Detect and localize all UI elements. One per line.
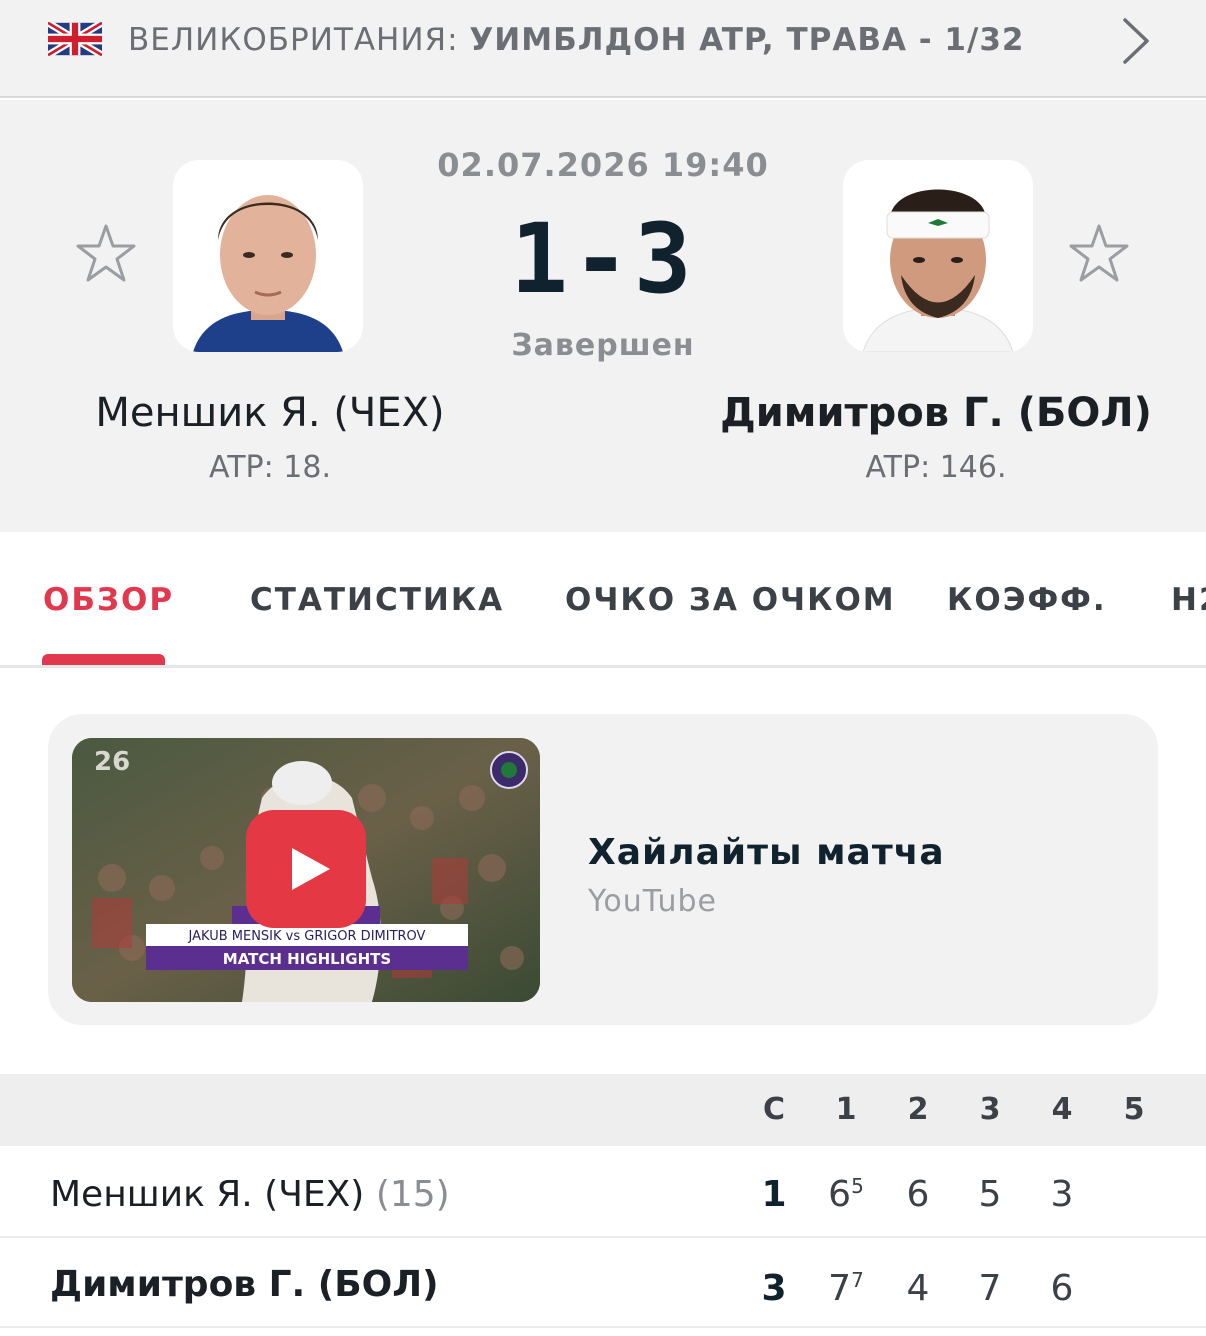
- match-tabs: ОБЗОР СТАТИСТИКА ОЧКО ЗА ОЧКОМ КОЭФФ. H2…: [0, 534, 1206, 668]
- player-name: Меншик Я. (ЧЕХ): [50, 1174, 365, 1215]
- set-2-games: 4: [906, 1268, 930, 1309]
- scoreboard-header: С 1 2 3 4 5: [0, 1074, 1206, 1146]
- tab-h2h[interactable]: H2H: [1171, 582, 1206, 618]
- thumb-player-names: JAKUB MENSIK vs GRIGOR DIMITROV: [188, 929, 426, 944]
- home-player-rank: ATP: 18.: [209, 450, 331, 485]
- set-4-games: 6: [1050, 1268, 1074, 1309]
- player-name: Димитров Г. (БОЛ): [50, 1264, 439, 1305]
- games: 6: [828, 1174, 852, 1215]
- home-player-name[interactable]: Меншик Я. (ЧЕХ): [40, 390, 500, 436]
- highlights-source: YouTube: [588, 884, 717, 919]
- thumb-match-highlights: MATCH HIGHLIGHTS: [223, 950, 391, 968]
- uk-flag-icon: [48, 22, 102, 56]
- breadcrumb-text: ВЕЛИКОБРИТАНИЯ: УИМБЛДОН ATP, ТРАВА - 1/…: [128, 20, 1024, 60]
- column-set-2: 2: [907, 1092, 929, 1127]
- set-1-games: 65: [826, 1174, 866, 1215]
- tab-odds[interactable]: КОЭФФ.: [947, 582, 1107, 618]
- breadcrumb-country: ВЕЛИКОБРИТАНИЯ:: [128, 22, 459, 58]
- tiebreak-points: 5: [851, 1174, 864, 1198]
- match-header: 02.07.2026 19:40 1-3 Завершен Меншик Я. …: [0, 100, 1206, 532]
- chevron-right-icon[interactable]: [1118, 16, 1152, 66]
- favorite-star-icon-away[interactable]: [1067, 222, 1131, 286]
- breadcrumb-tournament: УИМБЛДОН ATP, ТРАВА - 1/32: [469, 22, 1025, 58]
- scoreboard-row-away: Димитров Г. (БОЛ) 3 77 4 7 6: [0, 1238, 1206, 1328]
- away-player-name[interactable]: Димитров Г. (БОЛ): [706, 390, 1166, 436]
- column-set-1: 1: [835, 1092, 857, 1127]
- court-number: 26: [94, 747, 130, 777]
- highlights-title[interactable]: Хайлайты матча: [588, 832, 945, 873]
- video-thumbnail[interactable]: 26 JAKUB MENSIK vs GRIGOR DIMITROV MATCH…: [72, 738, 540, 1002]
- set-3-games: 5: [978, 1174, 1002, 1215]
- tournament-breadcrumb[interactable]: ВЕЛИКОБРИТАНИЯ: УИМБЛДОН ATP, ТРАВА - 1/…: [0, 0, 1206, 98]
- active-tab-indicator: [42, 654, 165, 665]
- player-seed: (15): [375, 1174, 450, 1215]
- away-player-photo[interactable]: [843, 160, 1033, 352]
- tab-point-by-point[interactable]: ОЧКО ЗА ОЧКОМ: [565, 582, 896, 618]
- scoreboard-player-name: Меншик Я. (ЧЕХ) (15): [50, 1174, 450, 1215]
- column-sets: С: [762, 1092, 786, 1127]
- highlights-card[interactable]: 26 JAKUB MENSIK vs GRIGOR DIMITROV MATCH…: [48, 714, 1158, 1025]
- column-set-4: 4: [1051, 1092, 1073, 1127]
- player-avatar-icon: [843, 160, 1033, 352]
- scoreboard-player-name: Димитров Г. (БОЛ): [50, 1264, 439, 1305]
- column-set-3: 3: [979, 1092, 1001, 1127]
- tab-statistics[interactable]: СТАТИСТИКА: [250, 582, 504, 618]
- set-2-games: 6: [906, 1174, 930, 1215]
- tab-overview[interactable]: ОБЗОР: [43, 582, 174, 618]
- sets-won: 3: [761, 1268, 787, 1309]
- set-3-games: 7: [978, 1268, 1002, 1309]
- scoreboard-row-home: Меншик Я. (ЧЕХ) (15) 1 65 6 5 3: [0, 1148, 1206, 1238]
- away-player-rank: ATP: 146.: [865, 450, 1007, 485]
- tiebreak-points: 7: [851, 1268, 864, 1292]
- set-1-games: 77: [826, 1268, 866, 1309]
- sets-won: 1: [761, 1174, 787, 1215]
- games: 7: [828, 1268, 852, 1309]
- play-button-icon[interactable]: [246, 810, 366, 928]
- set-4-games: 3: [1050, 1174, 1074, 1215]
- column-set-5: 5: [1123, 1092, 1145, 1127]
